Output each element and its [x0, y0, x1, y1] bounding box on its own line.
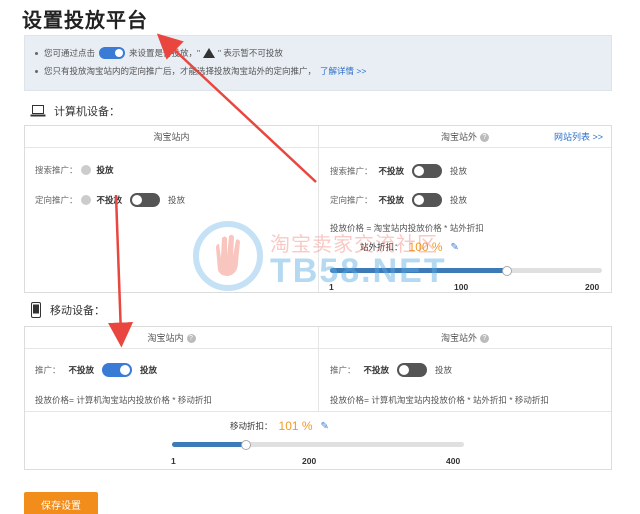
row-label: 定向推广：	[330, 195, 373, 205]
row-label: 搜索推广：	[330, 166, 373, 176]
question-icon[interactable]: ?	[480, 334, 489, 344]
mobile-outside-title: 淘宝站外?	[319, 327, 611, 349]
mobile-inside-title: 淘宝站内?	[25, 327, 318, 349]
discount-label: 移动折扣：	[230, 421, 273, 431]
row-label: 推广：	[330, 365, 356, 375]
bullet-icon	[35, 69, 38, 73]
phone-icon	[31, 302, 41, 318]
slider-min-label: 1	[329, 282, 334, 292]
question-icon[interactable]: ?	[186, 334, 196, 344]
laptop-icon	[30, 105, 46, 117]
notice-text: " 表示暂不可投放	[218, 48, 283, 58]
mobile-outside-formula: 投放价格= 计算机淘宝站内投放价格 * 站外折扣 * 移动折扣	[330, 394, 549, 406]
slider-min-label: 1	[171, 456, 176, 466]
slider-mid-label: 100	[454, 282, 469, 292]
computer-inside-title: 淘宝站内	[25, 126, 318, 148]
disabled-toggle	[80, 165, 91, 175]
off-label: 不投放	[68, 365, 95, 375]
divider	[25, 411, 611, 412]
computer-outside-search-toggle[interactable]	[412, 164, 443, 178]
pencil-icon[interactable]: ✎	[321, 421, 329, 432]
computer-section-heading: 计算机设备：	[30, 103, 120, 119]
divider	[318, 126, 319, 292]
disabled-toggle	[80, 195, 91, 205]
notice-text: 您只有投放淘宝站内的定向推广后，才能选择投放淘宝站外的定向推广，	[44, 66, 317, 76]
notice-text: 来设置是否投放，"	[129, 48, 201, 58]
formula-text: 投放价格= 计算机淘宝站内投放价格 * 移动折扣	[35, 395, 212, 405]
notice-line-2: 您只有投放淘宝站内的定向推广后，才能选择投放淘宝站外的定向推广， 了解详情 >>	[35, 62, 601, 80]
on-label: 投放	[450, 166, 468, 176]
row-label: 推广：	[35, 365, 61, 375]
pencil-icon[interactable]: ✎	[451, 242, 459, 253]
notice-text: 您可通过点击	[44, 48, 96, 58]
mobile-discount-slider-handle[interactable]	[241, 439, 251, 450]
mobile-inside-row: 推广： 不投放 投放	[35, 363, 157, 377]
mobile-panel: 淘宝站内? 淘宝站外? 推广： 不投放 投放 投放价格= 计算机淘宝站内投放价格…	[24, 326, 612, 470]
mobile-inside-formula: 投放价格= 计算机淘宝站内投放价格 * 移动折扣	[35, 394, 212, 406]
slider-max-label: 400	[446, 456, 461, 466]
on-label: 投放	[96, 165, 114, 175]
off-label: 不投放	[378, 195, 405, 205]
slider-mid-label: 200	[302, 456, 317, 466]
on-label: 投放	[140, 365, 158, 375]
page-title: 设置投放平台	[22, 10, 148, 32]
computer-discount-slider-fill	[330, 268, 507, 273]
notice-box: 您可通过点击 来设置是否投放，" " 表示暂不可投放 您只有投放淘宝站内的定向推…	[24, 35, 612, 91]
computer-inside-search-row: 搜索推广： 投放	[35, 164, 114, 176]
on-label: 投放	[435, 365, 453, 375]
discount-label: 站外折扣：	[360, 242, 403, 252]
toggle-example-icon	[99, 47, 126, 59]
warning-icon	[203, 48, 216, 58]
col-title-label: 淘宝站外	[440, 132, 477, 142]
save-settings-button[interactable]: 保存设置	[24, 492, 98, 514]
row-label: 定向推广：	[35, 195, 78, 205]
mobile-outside-row: 推广： 不投放 投放	[330, 363, 452, 377]
question-icon[interactable]: ?	[480, 133, 489, 143]
formula-text: 投放价格 = 淘宝站内投放价格 * 站外折扣	[330, 223, 484, 233]
slider-max-label: 200	[585, 282, 600, 292]
mobile-inside-toggle[interactable]	[102, 363, 133, 377]
computer-outside-targeted-toggle[interactable]	[412, 193, 443, 207]
mobile-outside-toggle[interactable]	[397, 363, 428, 377]
col-title-label: 淘宝站内	[153, 132, 190, 142]
mobile-heading-label: 移动设备：	[50, 305, 105, 317]
computer-discount-slider-handle[interactable]	[502, 265, 512, 276]
computer-price-formula: 投放价格 = 淘宝站内投放价格 * 站外折扣	[330, 222, 484, 234]
row-label: 搜索推广：	[35, 165, 78, 175]
bullet-icon	[35, 51, 38, 55]
mobile-section-heading: 移动设备：	[30, 302, 105, 318]
discount-value: 101 %	[278, 419, 313, 433]
computer-discount: 站外折扣： 100 % ✎	[360, 240, 459, 254]
off-label: 不投放	[96, 195, 123, 205]
formula-text: 投放价格= 计算机淘宝站内投放价格 * 站外折扣 * 移动折扣	[330, 395, 549, 405]
computer-inside-targeted-toggle[interactable]	[130, 193, 161, 207]
notice-line-1: 您可通过点击 来设置是否投放，" " 表示暂不可投放	[35, 44, 601, 62]
site-list-link[interactable]: 网站列表 >>	[554, 126, 603, 148]
computer-inside-targeted-row: 定向推广： 不投放 投放	[35, 193, 185, 207]
computer-outside-targeted-row: 定向推广： 不投放 投放	[330, 193, 467, 207]
col-title-label: 淘宝站外	[440, 333, 477, 343]
off-label: 不投放	[378, 166, 405, 176]
off-label: 不投放	[363, 365, 390, 375]
col-title-label: 淘宝站内	[147, 333, 184, 343]
mobile-discount: 移动折扣： 101 % ✎	[230, 419, 329, 433]
on-label: 投放	[168, 195, 186, 205]
computer-outside-title: 淘宝站外? 网站列表 >>	[319, 126, 611, 148]
discount-value: 100 %	[408, 240, 443, 254]
computer-heading-label: 计算机设备：	[54, 106, 120, 118]
learn-more-link[interactable]: 了解详情 >>	[320, 65, 366, 77]
computer-outside-search-row: 搜索推广： 不投放 投放	[330, 164, 467, 178]
on-label: 投放	[450, 195, 468, 205]
mobile-discount-slider-fill	[172, 442, 246, 447]
